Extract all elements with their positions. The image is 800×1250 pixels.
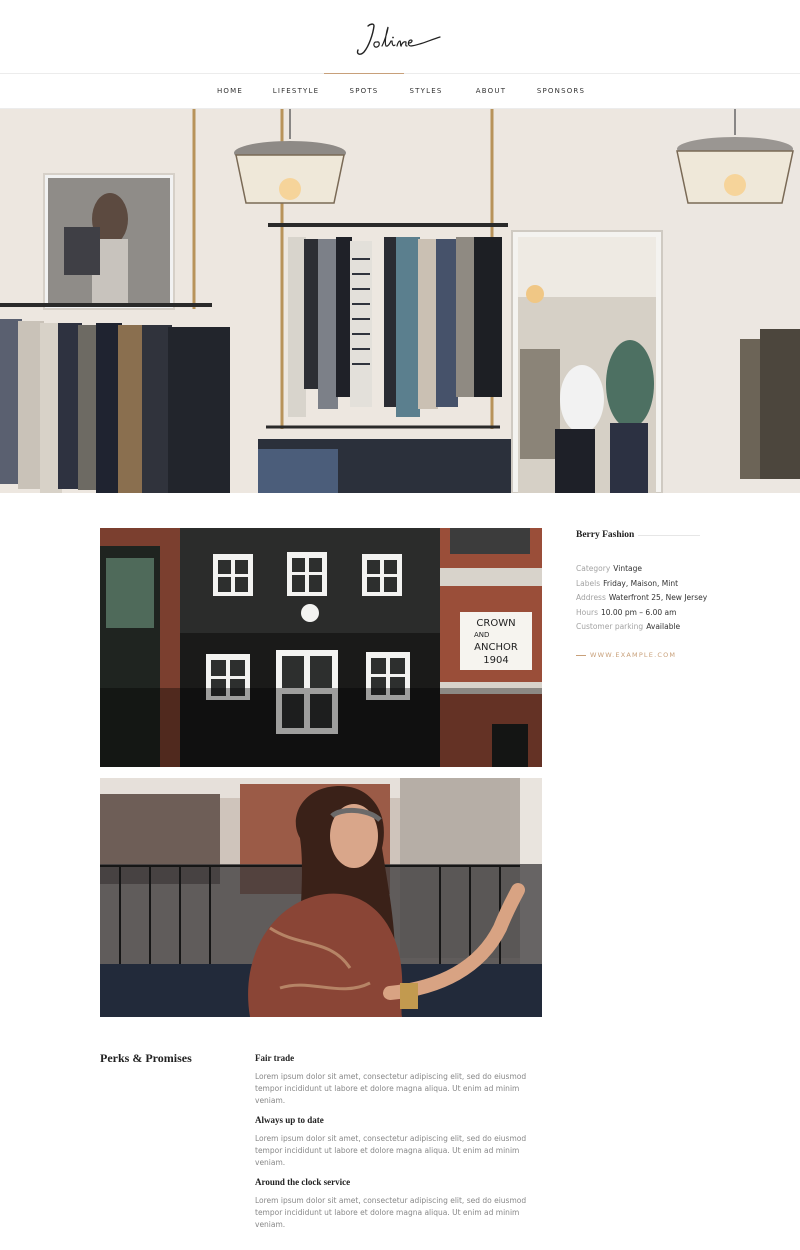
building-photo: CROWN AND ANCHOR 1904 bbox=[100, 528, 542, 767]
perk-item: Around the clock service Lorem ipsum dol… bbox=[255, 1176, 545, 1231]
perk-title: Around the clock service bbox=[255, 1177, 351, 1187]
hero-store-image bbox=[0, 109, 800, 493]
sign-text-line2: AND bbox=[474, 631, 489, 639]
info-row-hours: Hours 10.00 pm – 6.00 am bbox=[576, 606, 700, 621]
info-value: Friday, Maison, Mint bbox=[603, 578, 679, 588]
nav-item-lifestyle[interactable]: LIFESTYLE bbox=[271, 74, 321, 109]
info-label: Labels bbox=[576, 578, 601, 588]
spot-info-list: Category Vintage Labels Friday, Maison, Mi… bbox=[576, 562, 707, 635]
nav-item-home[interactable]: HOME bbox=[210, 74, 250, 109]
info-label: Category bbox=[576, 564, 611, 573]
portrait-photo bbox=[100, 778, 542, 1017]
title-divider bbox=[638, 535, 700, 536]
nav-item-spots[interactable]: SPOTS bbox=[324, 73, 404, 109]
sign-text-line3: ANCHOR bbox=[474, 642, 518, 653]
info-value: Available bbox=[646, 622, 681, 632]
perk-text: Lorem ipsum dolor sit amet, consectetur … bbox=[255, 1134, 527, 1167]
info-row-parking: Customer parking Available bbox=[576, 620, 700, 635]
info-label: Customer parking bbox=[576, 622, 644, 632]
nav-item-styles[interactable]: STYLES bbox=[406, 74, 446, 109]
perk-item: Always up to date Lorem ipsum dolor sit … bbox=[255, 1114, 545, 1169]
perk-item: Fair trade Lorem ipsum dolor sit amet, c… bbox=[255, 1052, 545, 1107]
nav-item-about[interactable]: ABOUT bbox=[471, 74, 511, 109]
site-logo[interactable] bbox=[340, 12, 460, 62]
perks-heading: Perks & Promises bbox=[100, 1051, 192, 1065]
info-value: Waterfront 25, New Jersey bbox=[608, 593, 708, 603]
perk-text: Lorem ipsum dolor sit amet, consectetur … bbox=[255, 1196, 527, 1229]
info-row-category: Category Vintage bbox=[576, 562, 700, 577]
main-nav: HOME LIFESTYLE SPOTS STYLES ABOUT SPONSO… bbox=[0, 73, 800, 109]
info-value: 10.00 pm – 6.00 am bbox=[600, 607, 677, 617]
info-row-address: Address Waterfront 25, New Jersey bbox=[576, 591, 707, 606]
info-row-labels: Labels Friday, Maison, Mint bbox=[576, 577, 700, 592]
info-label: Hours bbox=[576, 607, 598, 617]
website-link[interactable]: WWW.EXAMPLE.COM bbox=[576, 651, 700, 659]
info-label: Address bbox=[576, 593, 606, 603]
sign-text-line4: 1904 bbox=[483, 655, 508, 666]
nav-item-sponsors[interactable]: SPONSORS bbox=[536, 74, 586, 109]
spot-info-sidebar: Berry Fashion Category Vintage Labels Frid… bbox=[576, 528, 707, 659]
perk-text: Lorem ipsum dolor sit amet, consectetur … bbox=[255, 1072, 527, 1105]
logo-script bbox=[356, 23, 441, 55]
sign-text-line1: CROWN bbox=[476, 618, 515, 629]
site-header bbox=[0, 0, 800, 74]
perk-title: Fair trade bbox=[255, 1053, 295, 1063]
info-value: Vintage bbox=[613, 564, 642, 573]
perk-title: Always up to date bbox=[255, 1115, 324, 1125]
